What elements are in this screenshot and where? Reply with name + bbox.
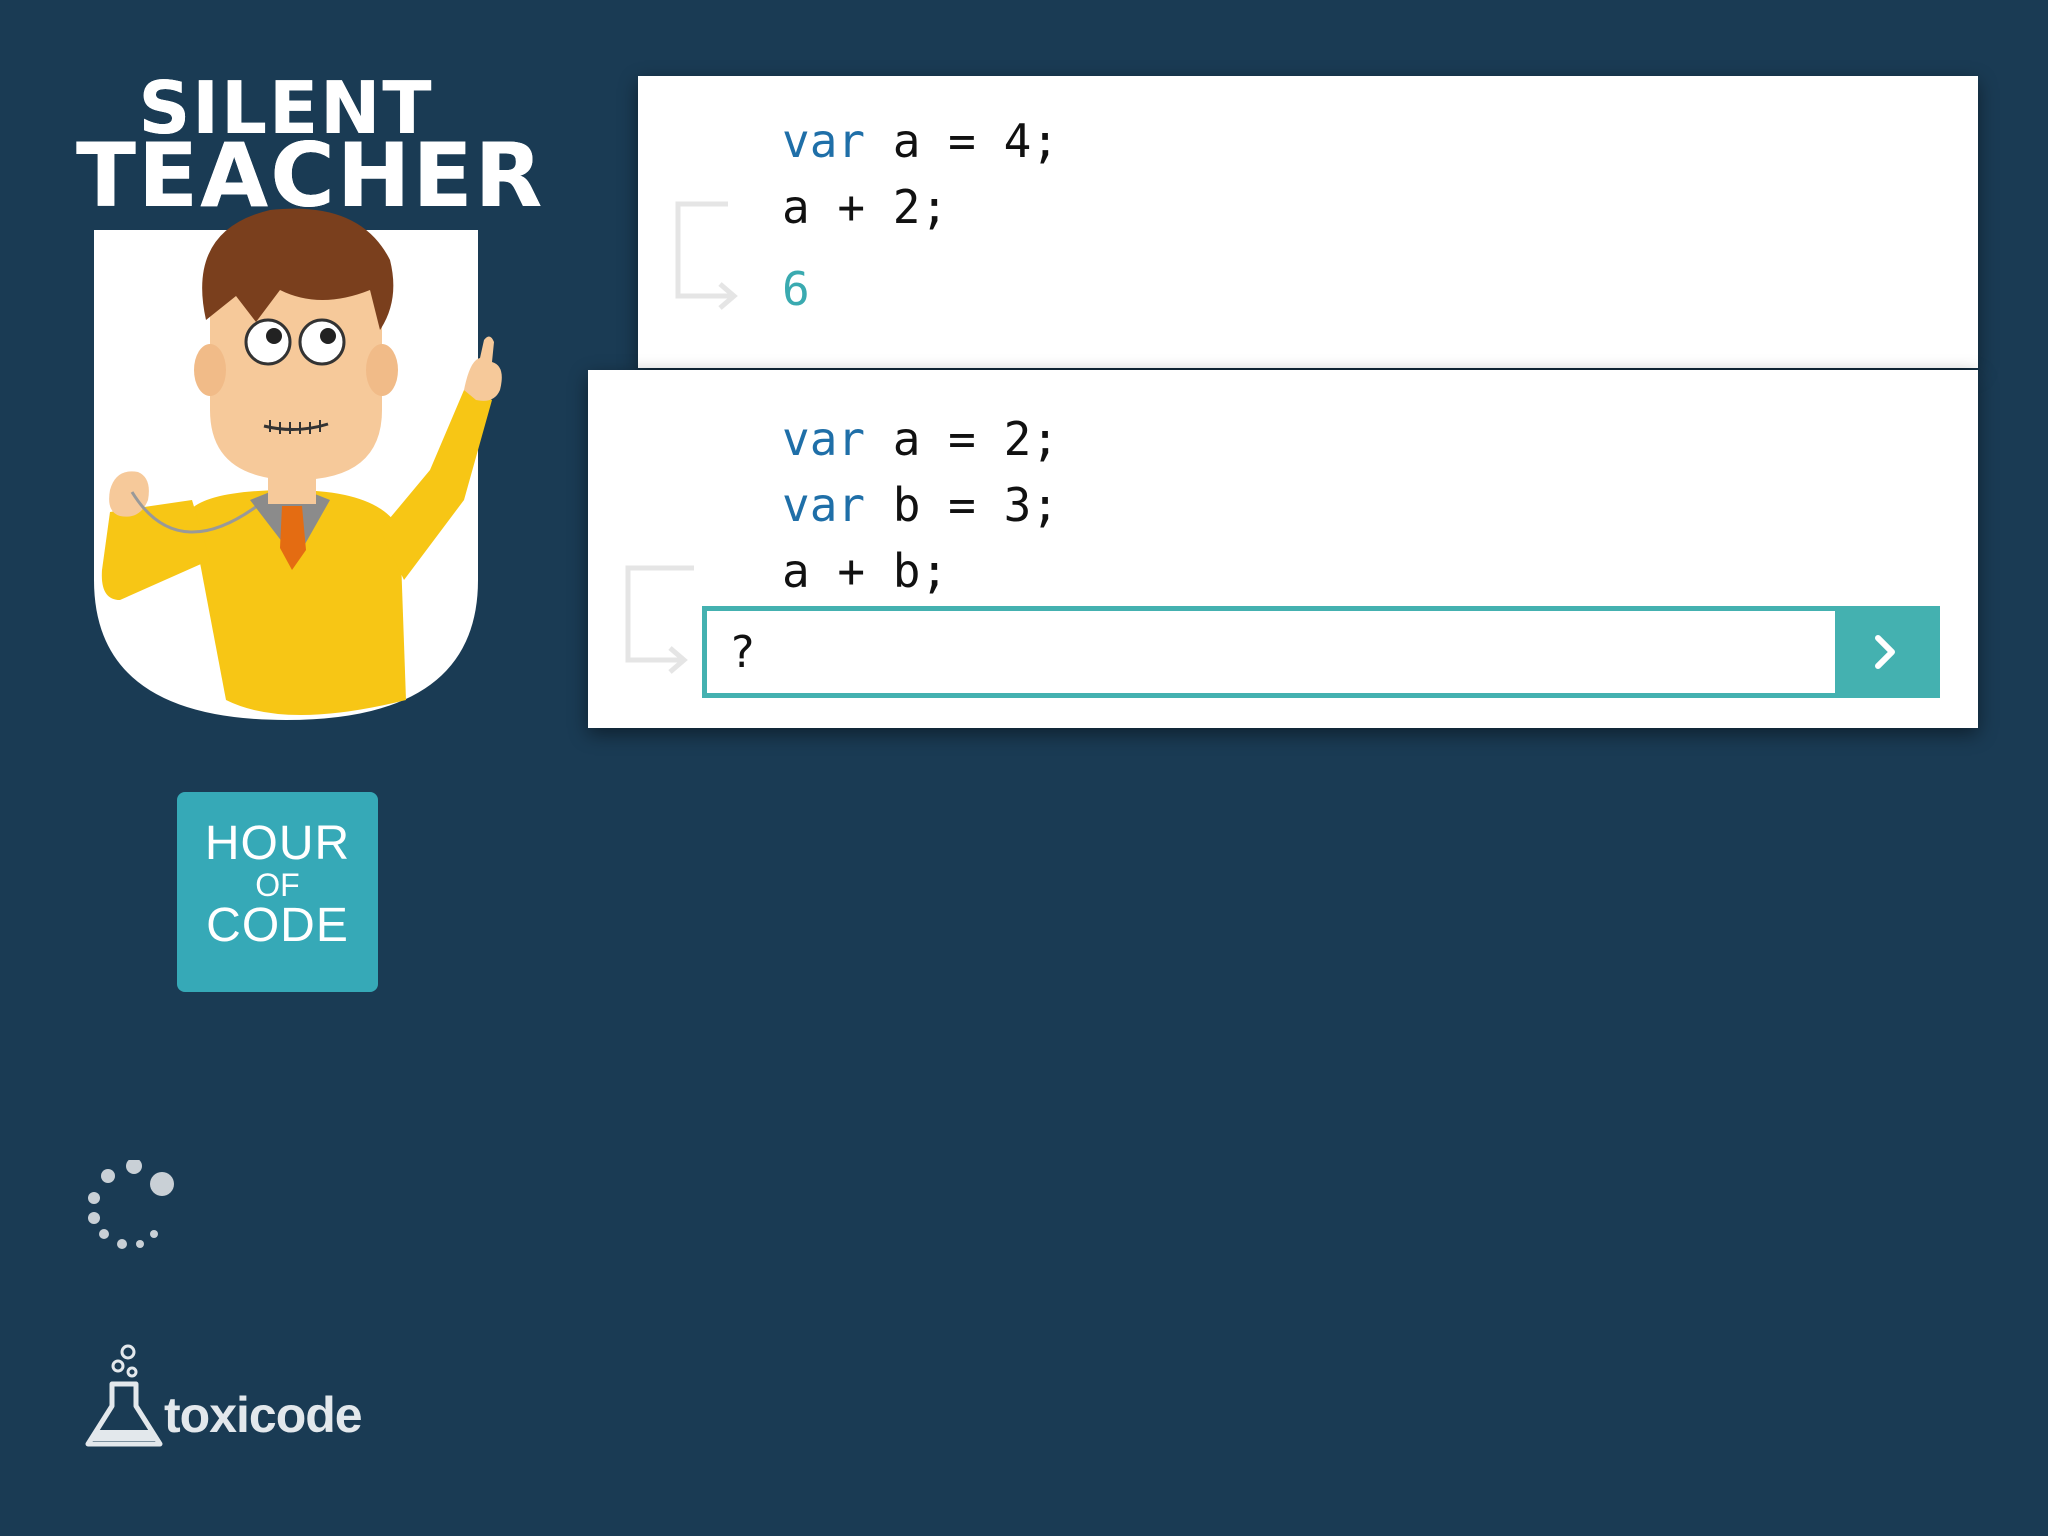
code-line: var a = 4; <box>782 108 1059 174</box>
hour-of-code-line-1: HOUR <box>204 817 351 870</box>
hour-of-code-badge[interactable]: HOUR OF CODE <box>177 792 378 992</box>
answer-box <box>702 606 1940 698</box>
hour-of-code-line-3: CODE <box>206 899 349 952</box>
answer-input[interactable] <box>707 611 1835 693</box>
previous-result: 6 <box>782 262 810 316</box>
code-line: var a = 2; <box>782 406 1059 472</box>
current-code-block: var a = 2; var b = 3; a + b; <box>782 406 1059 604</box>
current-exercise-card: var a = 2; var b = 3; a + b; <box>588 370 1978 728</box>
loading-spinner-icon <box>84 1158 184 1260</box>
flask-icon <box>85 1344 163 1447</box>
result-arrow-icon <box>675 201 738 310</box>
code-text: a = 4; <box>865 114 1059 168</box>
toxicode-wordmark: toxicode <box>164 1387 363 1443</box>
code-text: a = 2; <box>865 412 1059 466</box>
code-keyword: var <box>782 478 866 532</box>
code-line: a + 2; <box>782 174 1059 240</box>
logo-line-2: TEACHER <box>76 124 545 227</box>
code-keyword: var <box>782 114 866 168</box>
chevron-right-icon <box>1875 635 1895 669</box>
code-text: a + b; <box>782 544 949 598</box>
previous-code-block: var a = 4; a + 2; <box>782 108 1059 240</box>
code-text: b = 3; <box>865 478 1059 532</box>
hour-of-code-line-2: OF <box>255 867 300 903</box>
code-text: a + 2; <box>782 180 949 234</box>
submit-button[interactable] <box>1835 611 1935 693</box>
answer-arrow-icon <box>625 565 694 674</box>
toxicode-logo[interactable]: toxicode <box>84 1344 384 1450</box>
previous-exercise-card: var a = 4; a + 2; 6 <box>638 76 1978 368</box>
code-line: a + b; <box>782 538 1059 604</box>
code-line: var b = 3; <box>782 472 1059 538</box>
code-keyword: var <box>782 412 866 466</box>
silent-teacher-logo: SILENT TEACHER <box>76 72 545 227</box>
